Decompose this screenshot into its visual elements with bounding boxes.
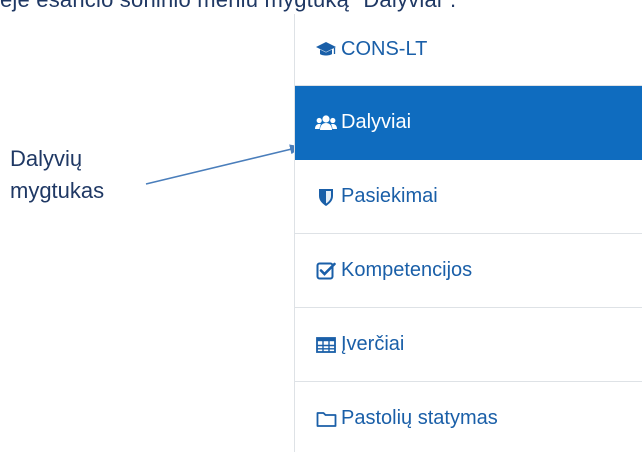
- sidebar-item-dalyviai[interactable]: Dalyviai: [295, 86, 642, 160]
- table-icon: [315, 334, 337, 356]
- screenshot-canvas: ėje esančio šoninio meniu mygtuką "Dalyv…: [0, 0, 642, 452]
- users-icon: [315, 112, 337, 134]
- callout-annotation: Dalyvių mygtukas: [10, 143, 104, 207]
- course-home-link[interactable]: CONS-LT: [295, 14, 642, 86]
- sidebar-item-label: Pastolių statymas: [341, 407, 498, 429]
- sidebar-item-label: Dalyviai: [341, 111, 412, 133]
- course-side-menu: CONS-LT Dalyviai Pasiekimai Kompetencijo…: [294, 14, 642, 452]
- instruction-text: ėje esančio šoninio meniu mygtuką "Dalyv…: [0, 0, 456, 13]
- check-square-icon: [315, 260, 337, 282]
- course-home-label: CONS-LT: [341, 38, 428, 60]
- folder-icon: [315, 408, 337, 430]
- shield-icon: [315, 186, 337, 208]
- sidebar-item-pastoliu-statymas[interactable]: Pastolių statymas: [295, 382, 642, 452]
- sidebar-item-iverciai[interactable]: Įverčiai: [295, 308, 642, 382]
- callout-line-1: Dalyvių: [10, 146, 83, 171]
- sidebar-item-kompetencijos[interactable]: Kompetencijos: [295, 234, 642, 308]
- sidebar-item-label: Pasiekimai: [341, 185, 438, 207]
- sidebar-item-label: Įverčiai: [341, 333, 405, 355]
- graduation-cap-icon: [315, 39, 337, 61]
- sidebar-item-pasiekimai[interactable]: Pasiekimai: [295, 160, 642, 234]
- callout-line-2: mygtukas: [10, 178, 105, 203]
- sidebar-item-label: Kompetencijos: [341, 259, 473, 281]
